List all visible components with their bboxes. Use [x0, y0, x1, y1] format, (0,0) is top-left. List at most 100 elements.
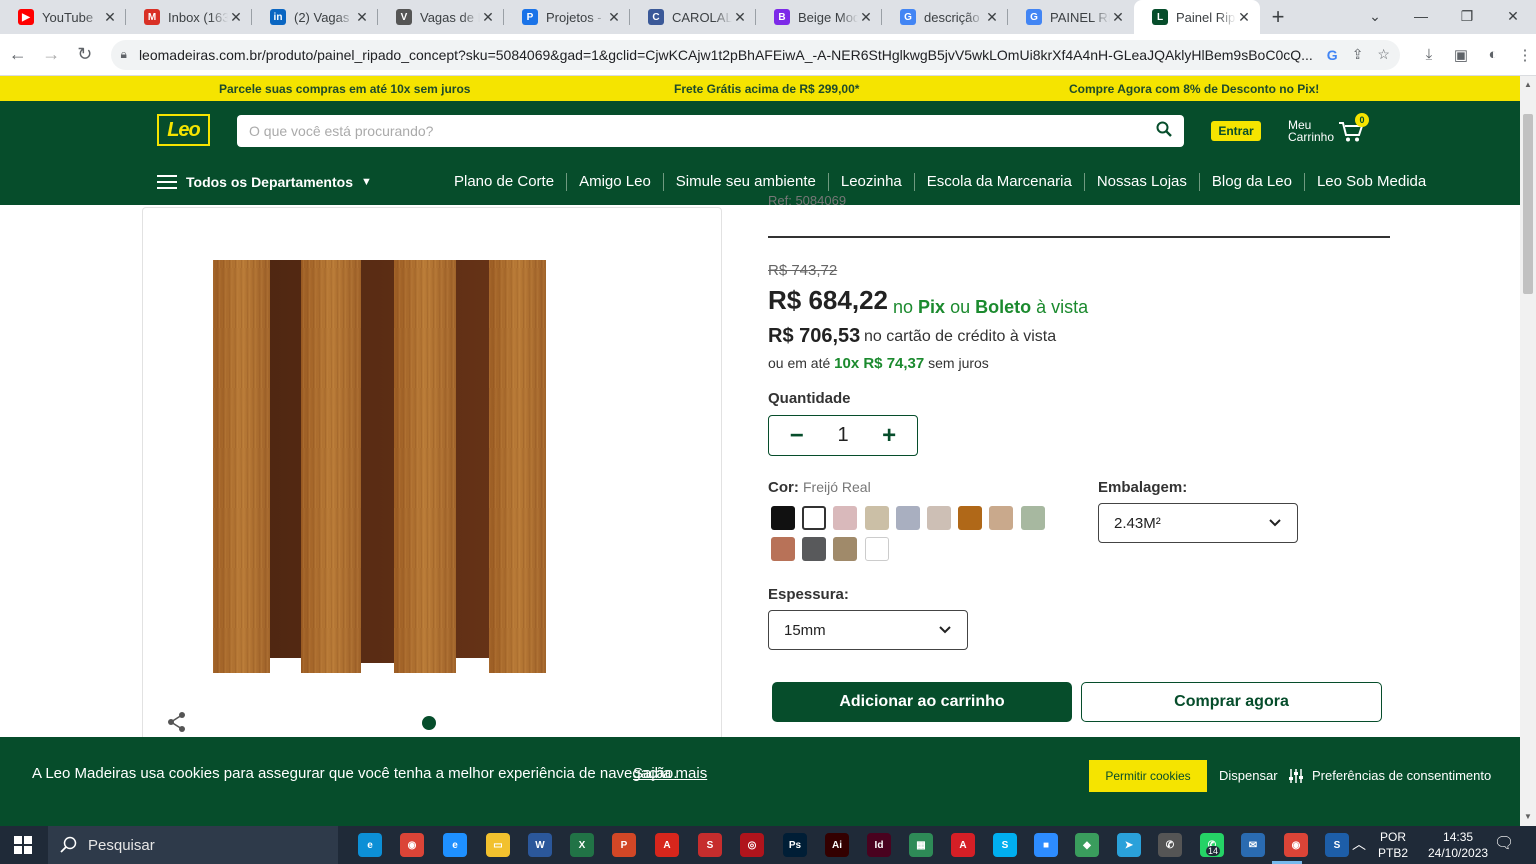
autodesk-icon[interactable]: ◎ — [740, 833, 764, 857]
clock[interactable]: 14:35 24/10/2023 — [1428, 829, 1488, 861]
edge-icon[interactable]: e — [358, 833, 382, 857]
windows-start-icon[interactable] — [14, 836, 32, 854]
browser-tab[interactable]: M Inbox (163 ✕ — [126, 0, 252, 34]
store-icon[interactable]: ◆ — [1075, 833, 1099, 857]
color-swatch[interactable] — [771, 506, 795, 530]
nav-link[interactable]: Nossas Lojas — [1083, 173, 1199, 191]
search-icon[interactable] — [1156, 121, 1172, 142]
show-hidden-icons-icon[interactable]: ︿ — [1352, 836, 1366, 852]
sketchup-layout-icon[interactable]: S — [1325, 833, 1349, 857]
url-text[interactable]: leomadeiras.com.br/produto/painel_ripado… — [139, 47, 1313, 63]
cookie-learn-more-link[interactable]: Saiba mais — [633, 765, 707, 782]
cart-link[interactable]: Meu Carrinho — [1288, 119, 1334, 143]
nav-link[interactable]: Blog da Leo — [1198, 173, 1304, 191]
mail-app-icon[interactable]: ✉ — [1241, 833, 1265, 857]
search-input[interactable] — [249, 123, 1156, 139]
share-icon[interactable] — [166, 711, 188, 733]
restore-button[interactable]: ❐ — [1444, 0, 1490, 32]
color-swatch[interactable] — [958, 506, 983, 530]
close-tab-icon[interactable]: ✕ — [102, 9, 118, 26]
buy-now-button[interactable]: Comprar agora — [1081, 682, 1382, 722]
download-icon[interactable]: ⤓ — [1418, 46, 1440, 64]
whatsapp-icon[interactable]: ✆ — [1158, 833, 1182, 857]
login-button[interactable]: Entrar — [1211, 121, 1261, 141]
browser-tab[interactable]: C CAROLALE✕ — [630, 0, 756, 34]
leo-logo[interactable]: Leo — [157, 114, 210, 146]
nav-link[interactable]: Leozinha — [827, 173, 914, 191]
side-panel-icon[interactable]: ▣ — [1450, 46, 1472, 64]
color-swatch[interactable] — [771, 537, 795, 561]
indesign-icon[interactable]: Id — [867, 833, 891, 857]
anydesk-icon[interactable]: A — [951, 833, 975, 857]
close-tab-icon[interactable]: ✕ — [1110, 9, 1126, 26]
add-to-cart-button[interactable]: Adicionar ao carrinho — [772, 682, 1072, 722]
google-lens-icon[interactable]: G — [1327, 47, 1338, 63]
nav-link[interactable]: Amigo Leo — [566, 173, 663, 191]
browser-tab[interactable]: B Beige Mod ✕ — [756, 0, 882, 34]
color-swatch[interactable] — [1020, 506, 1045, 530]
browser-tab[interactable]: V Vagas de E ✕ — [378, 0, 504, 34]
notifications-icon[interactable]: 🗨︎ — [1494, 836, 1514, 852]
browser-tab[interactable]: ▶ YouTube ✕ — [0, 0, 126, 34]
packaging-select[interactable]: 2.43M² — [1098, 503, 1298, 543]
scrollbar-thumb[interactable] — [1523, 114, 1533, 294]
language-indicator[interactable]: POR PTB2 — [1378, 829, 1408, 861]
file-explorer-icon[interactable]: ▭ — [486, 833, 510, 857]
chrome-icon[interactable]: ◉ — [400, 833, 424, 857]
tab-search-icon[interactable]: ⌄ — [1352, 0, 1398, 32]
reload-button[interactable]: ↻ — [69, 39, 101, 71]
close-tab-icon[interactable]: ✕ — [1236, 9, 1252, 26]
zoom-icon[interactable]: ■ — [1034, 833, 1058, 857]
taskbar-search[interactable]: Pesquisar — [48, 826, 338, 864]
nav-link[interactable]: Plano de Corte — [442, 173, 566, 191]
excel-icon[interactable]: X — [570, 833, 594, 857]
omnibox[interactable]: 🔒︎ leomadeiras.com.br/produto/painel_rip… — [110, 39, 1400, 70]
allow-cookies-button[interactable]: Permitir cookies — [1089, 760, 1207, 792]
dismiss-cookies-button[interactable]: Dispensar — [1219, 768, 1278, 783]
color-swatch[interactable] — [895, 506, 920, 530]
scroll-up-arrow-icon[interactable]: ▲ — [1524, 80, 1532, 89]
profile-avatar-icon[interactable]: ◐ — [1482, 46, 1504, 64]
minimize-button[interactable]: — — [1398, 0, 1444, 32]
color-swatch[interactable] — [927, 506, 951, 530]
decrease-quantity-button[interactable]: − — [782, 422, 812, 450]
telegram-icon[interactable]: ➤ — [1117, 833, 1141, 857]
color-swatch[interactable] — [989, 506, 1014, 530]
close-tab-icon[interactable]: ✕ — [606, 9, 622, 26]
browser-tab[interactable]: P Projetos - (✕ — [504, 0, 630, 34]
browser-tab[interactable]: G PAINEL RIP✕ — [1008, 0, 1134, 34]
product-image[interactable] — [143, 208, 722, 747]
photoshop-icon[interactable]: Ps — [783, 833, 807, 857]
quantity-value[interactable]: 1 — [837, 424, 848, 447]
share-icon[interactable]: ⇪ — [1352, 46, 1364, 63]
illustrator-icon[interactable]: Ai — [825, 833, 849, 857]
back-button[interactable]: ← — [2, 39, 34, 71]
nav-link[interactable]: Escola da Marcenaria — [913, 173, 1084, 191]
close-tab-icon[interactable]: ✕ — [228, 9, 244, 26]
browser-tab[interactable]: L Painel Ripa ✕ — [1134, 0, 1260, 34]
sketchup-icon[interactable]: S — [698, 833, 722, 857]
color-swatch[interactable] — [864, 537, 889, 561]
all-departments-menu[interactable]: Todos os Departamentos ▼ — [157, 174, 372, 190]
color-swatch[interactable] — [833, 537, 858, 561]
word-icon[interactable]: W — [528, 833, 552, 857]
powerpoint-icon[interactable]: P — [612, 833, 636, 857]
ie-icon[interactable]: e — [443, 833, 467, 857]
browser-tab[interactable]: Gdescrição p ✕ — [882, 0, 1008, 34]
skype-icon[interactable]: S — [993, 833, 1017, 857]
increase-quantity-button[interactable]: + — [874, 422, 904, 450]
close-window-button[interactable]: ✕ — [1490, 0, 1536, 32]
color-swatch[interactable] — [802, 506, 827, 530]
color-swatch[interactable] — [833, 506, 858, 530]
close-tab-icon[interactable]: ✕ — [480, 9, 496, 26]
consent-preferences-button[interactable]: Preferências de consentimento — [1288, 768, 1491, 783]
new-tab-button[interactable]: + — [1260, 0, 1296, 34]
close-tab-icon[interactable]: ✕ — [354, 9, 370, 26]
maps-icon[interactable]: ▦ — [909, 833, 933, 857]
nav-link[interactable]: Simule seu ambiente — [662, 173, 828, 191]
close-tab-icon[interactable]: ✕ — [984, 9, 1000, 26]
color-swatch[interactable] — [864, 506, 889, 530]
chrome-active-icon[interactable]: ◉ — [1284, 833, 1308, 857]
close-tab-icon[interactable]: ✕ — [732, 9, 748, 26]
scroll-down-arrow-icon[interactable]: ▼ — [1524, 812, 1532, 821]
